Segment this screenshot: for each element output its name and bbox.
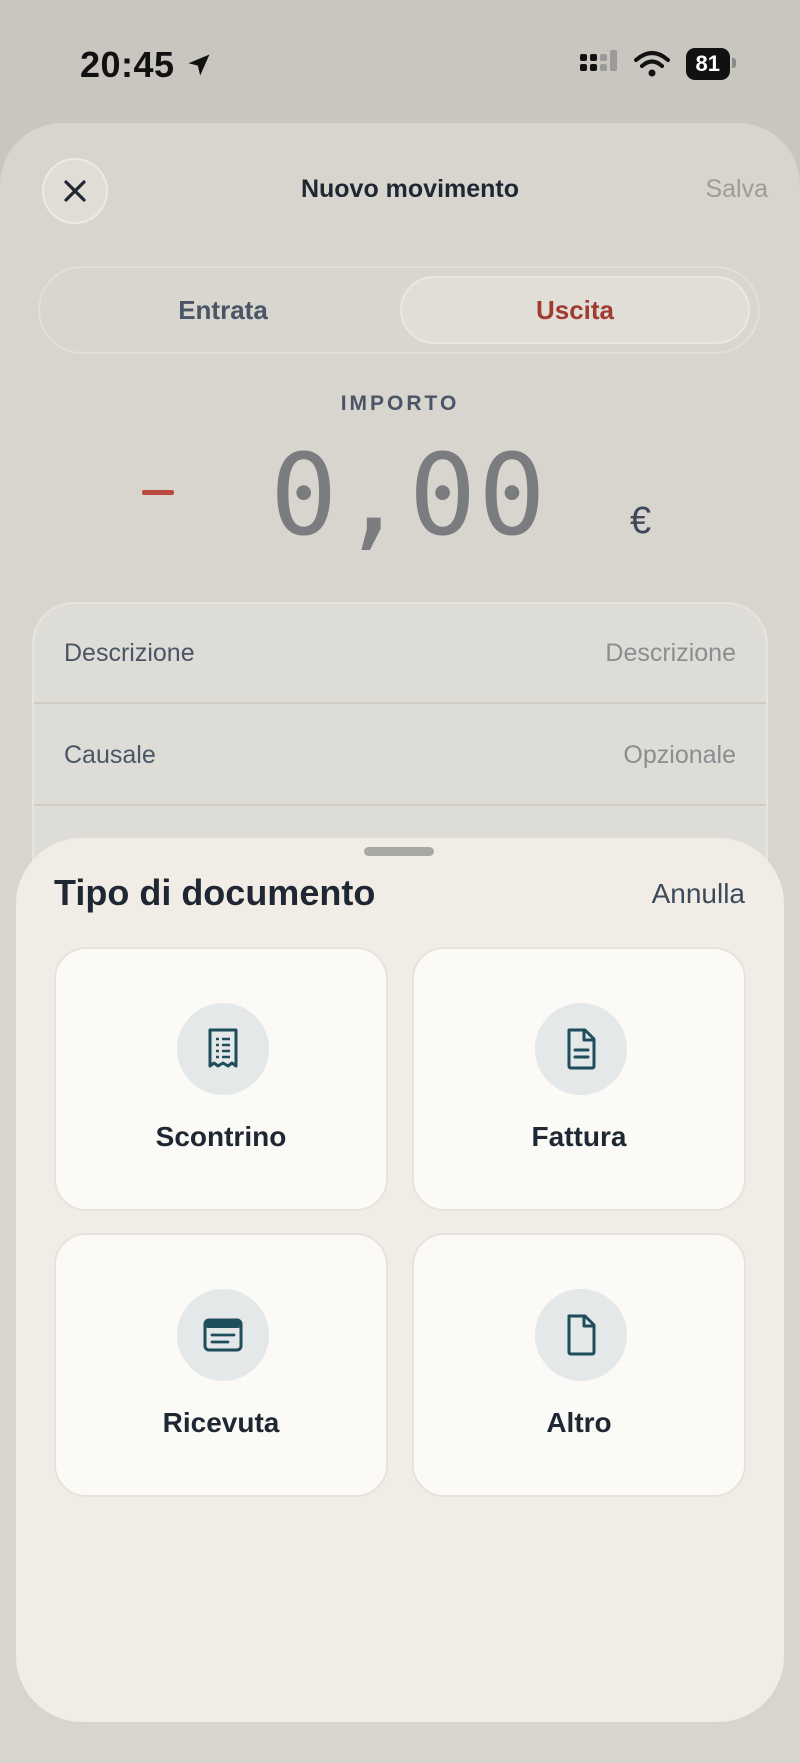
option-label: Ricevuta <box>162 1407 280 1438</box>
status-time: 20:45 <box>80 44 213 86</box>
ricevuta-icon <box>203 1318 243 1352</box>
description-label: Descrizione <box>64 638 195 667</box>
description-input[interactable]: Descrizione <box>605 639 736 668</box>
cancel-button[interactable]: Annulla <box>652 878 745 910</box>
option-icon-circle <box>535 1289 627 1381</box>
document-icon <box>567 1314 596 1356</box>
segment-uscita[interactable]: Uscita <box>400 276 750 344</box>
time-text: 20:45 <box>80 44 175 85</box>
amount-label: IMPORTO <box>340 392 460 415</box>
cellular-signal-icon <box>579 50 617 71</box>
causale-label: Causale <box>64 740 156 769</box>
minus-sign-icon <box>142 490 174 495</box>
page-title: Nuovo movimento <box>300 175 520 203</box>
option-icon-circle <box>177 1289 269 1381</box>
causale-row[interactable]: Causale Opzionale <box>34 706 766 806</box>
status-icons: 81 <box>578 48 737 80</box>
option-label: Altro <box>546 1407 612 1438</box>
description-row[interactable]: Descrizione Descrizione <box>34 604 766 704</box>
sheet-grabber[interactable] <box>364 847 434 856</box>
invoice-icon <box>567 1028 596 1070</box>
battery-indicator: 81 <box>685 48 737 80</box>
option-label: Scontrino <box>155 1121 287 1152</box>
option-icon-circle <box>535 1003 627 1095</box>
segment-entrata[interactable]: Entrata <box>48 276 398 344</box>
transaction-type-toggle: Entrata Uscita <box>38 266 760 354</box>
battery-level: 81 <box>695 51 720 76</box>
option-altro[interactable]: Altro <box>412 1233 746 1497</box>
amount-value[interactable]: 0,00 <box>270 440 548 552</box>
currency-symbol: € <box>630 500 652 542</box>
status-bar: 20:45 81 <box>0 0 800 120</box>
save-button[interactable]: Salva <box>705 175 768 204</box>
wifi-icon <box>633 51 670 77</box>
causale-input[interactable]: Opzionale <box>623 741 736 770</box>
sheet-title: Tipo di documento <box>54 872 376 913</box>
option-scontrino[interactable]: Scontrino <box>54 947 388 1211</box>
option-label: Fattura <box>531 1121 627 1152</box>
location-arrow-icon <box>188 54 210 76</box>
option-icon-circle <box>177 1003 269 1095</box>
receipt-icon <box>208 1028 238 1068</box>
option-ricevuta[interactable]: Ricevuta <box>54 1233 388 1497</box>
option-fattura[interactable]: Fattura <box>412 947 746 1211</box>
